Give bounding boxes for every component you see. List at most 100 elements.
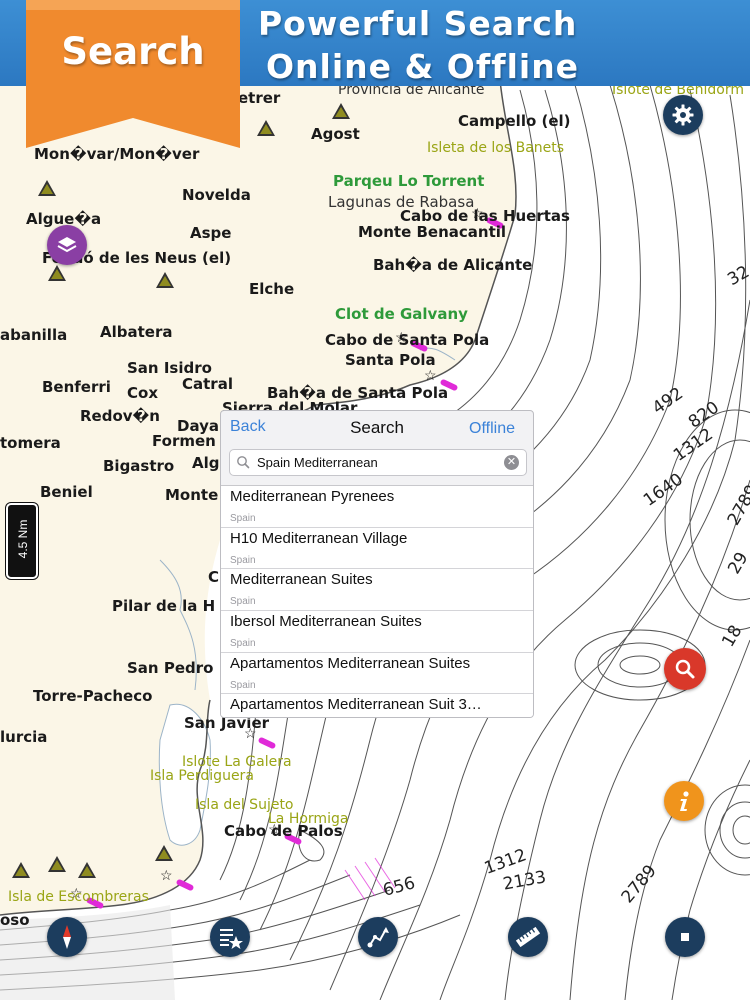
- landmark-star-icon: ☆: [160, 867, 173, 883]
- stop-button[interactable]: [665, 917, 705, 957]
- route-list-icon: [220, 929, 243, 949]
- map-label: Aspe: [190, 224, 232, 242]
- map-label: Benferri: [42, 378, 111, 396]
- map-label: Cabo de las Huertas: [400, 207, 570, 225]
- result-name: Mediterranean Pyrenees: [230, 488, 395, 505]
- ribbon-label: Search: [61, 30, 205, 73]
- result-name: H10 Mediterranean Village: [230, 529, 408, 547]
- search-icon: [237, 456, 250, 469]
- map-label: Isleta de los Banets: [427, 140, 565, 156]
- map-label: Monte Benacantil: [358, 223, 507, 241]
- route-list-button[interactable]: [210, 917, 250, 957]
- search-popover: Back Search Offline ✕ Mediterranean Pyre…: [220, 410, 534, 718]
- mountain-peak-icon: [48, 856, 66, 872]
- map-label: Monte: [165, 486, 219, 504]
- banner-title: Powerful Search Online & Offline: [258, 2, 738, 88]
- mountain-peak-icon: [48, 265, 66, 281]
- result-name: Ibersol Mediterranean Suites: [230, 613, 422, 631]
- scale-bar: 4.5 Nm: [6, 503, 38, 579]
- map-label: etrer: [238, 89, 281, 107]
- map-label: Bigastro: [103, 457, 175, 475]
- map-label: Elche: [249, 280, 295, 298]
- map-label: San Isidro: [127, 359, 212, 377]
- map-label: Mon�var/Mon�ver: [34, 145, 200, 163]
- clear-icon[interactable]: ✕: [504, 455, 519, 470]
- map-label: Beniel: [40, 483, 93, 501]
- map-label: Isla Perdiguera: [150, 768, 254, 784]
- map-label: Bah�a de Alicante: [373, 256, 533, 274]
- landmark-star-icon: ☆: [424, 367, 437, 383]
- mountain-peak-icon: [38, 180, 56, 196]
- map-label: Cabo de Santa Pola: [325, 331, 490, 349]
- map-label: Formen: [152, 432, 216, 450]
- map-label: Isla de Escombreras: [8, 889, 149, 905]
- search-results-list: Mediterranean Pyrenees Spain H10 Mediter…: [221, 485, 533, 717]
- map-label: Cabo de Palos: [224, 822, 343, 840]
- search-icon: [675, 659, 695, 679]
- map-search-button[interactable]: [664, 648, 706, 690]
- layers-button[interactable]: [47, 225, 87, 265]
- map-label: Clot de Galvany: [335, 305, 468, 323]
- result-name: Apartamentos Mediterranean Suit 3…: [230, 696, 482, 714]
- map-label: San Pedro: [127, 659, 214, 677]
- banner-title-line2: Online & Offline: [266, 47, 580, 86]
- ruler-button[interactable]: [508, 917, 548, 957]
- stop-icon: [681, 933, 689, 941]
- mountain-peak-icon: [257, 120, 275, 136]
- layers-icon: [57, 237, 77, 253]
- map-label: tomera: [0, 434, 61, 452]
- route-edit-button[interactable]: [358, 917, 398, 957]
- mountain-peak-icon: [332, 103, 350, 119]
- offline-button[interactable]: Offline: [469, 420, 515, 438]
- list-item[interactable]: Mediterranean Pyrenees Spain: [221, 486, 533, 528]
- result-country: Spain: [230, 513, 256, 524]
- search-field[interactable]: ✕: [229, 449, 527, 476]
- map-label: Campello (el): [458, 112, 571, 130]
- map-label: San Javier: [184, 714, 270, 732]
- map-label: Islote La Galera: [182, 754, 292, 770]
- map-label: Catral: [182, 375, 233, 393]
- map-label: Santa Pola: [345, 351, 436, 369]
- result-name: Apartamentos Mediterranean Suites: [230, 654, 471, 672]
- map-label: Alg: [192, 454, 220, 472]
- map-label: Parqeu Lo Torrent: [333, 172, 485, 190]
- search-ribbon-badge: [26, 0, 240, 148]
- map-label: Cox: [127, 384, 158, 402]
- map-label: Pilar de la H: [112, 597, 216, 615]
- compass-icon: [63, 925, 71, 949]
- result-country: Spain: [230, 638, 256, 650]
- compass-button[interactable]: [47, 917, 87, 957]
- list-item[interactable]: H10 Mediterranean Village Spain: [221, 528, 533, 570]
- map-label: Redov�n: [80, 407, 160, 425]
- map-label: C: [208, 568, 220, 586]
- map-label: oso: [0, 911, 30, 929]
- mountain-peak-icon: [12, 862, 30, 878]
- result-name: Mediterranean Suites: [230, 571, 373, 589]
- gear-icon: [672, 104, 694, 126]
- ruler-icon: [515, 926, 541, 948]
- info-icon: [680, 791, 689, 811]
- map-label: Albatera: [100, 323, 173, 341]
- search-header: Back Search Offline: [221, 411, 533, 447]
- map-label: Novelda: [182, 186, 251, 204]
- mountain-peak-icon: [78, 862, 96, 878]
- map-label: abanilla: [0, 326, 68, 344]
- list-item[interactable]: Apartamentos Mediterranean Suit 3…: [221, 694, 533, 717]
- list-item[interactable]: Apartamentos Mediterranean Suites Spain: [221, 653, 533, 695]
- map-label: lurcia: [0, 728, 48, 746]
- mountain-peak-icon: [155, 845, 173, 861]
- settings-button[interactable]: [663, 95, 703, 135]
- result-country: Spain: [230, 596, 256, 608]
- route-edit-icon: [367, 927, 389, 948]
- banner-title-line1: Powerful Search: [258, 4, 578, 43]
- result-country: Spain: [230, 679, 256, 691]
- search-input[interactable]: [257, 452, 497, 472]
- map-label: Agost: [311, 125, 360, 143]
- result-country: Spain: [230, 554, 256, 566]
- mountain-peak-icon: [156, 272, 174, 288]
- list-item[interactable]: Ibersol Mediterranean Suites Spain: [221, 611, 533, 653]
- list-item[interactable]: Mediterranean Suites Spain: [221, 569, 533, 612]
- map-label: Isla del Sujeto: [195, 797, 294, 813]
- scale-label: 4.5 Nm: [16, 519, 30, 559]
- info-button[interactable]: [664, 781, 704, 821]
